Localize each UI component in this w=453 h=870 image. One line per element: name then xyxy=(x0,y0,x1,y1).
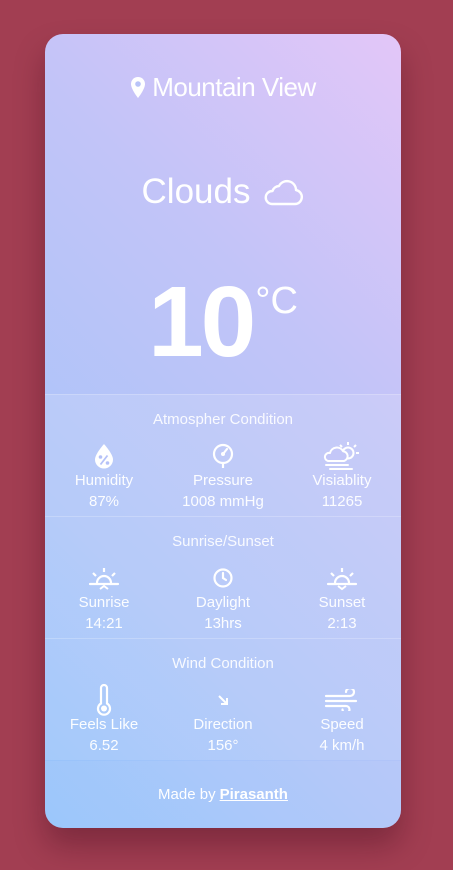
daylight-stat: Daylight 13hrs xyxy=(164,563,282,632)
visibility-stat: Visiablity 11265 xyxy=(283,441,401,510)
sun-section: Sunrise/Sunset Sunrise 14:21 Daylight 13… xyxy=(45,516,401,638)
stat-label: Humidity xyxy=(74,472,134,489)
location-header: Mountain View xyxy=(45,72,401,103)
stat-value: 11265 xyxy=(321,493,363,510)
humidity-stat: Humidity 87% xyxy=(45,441,163,510)
temperature-value: 10 xyxy=(148,266,256,378)
location-pin-icon xyxy=(131,76,146,98)
wind-icon xyxy=(324,689,358,711)
location-name: Mountain View xyxy=(152,72,316,102)
section-title: Wind Condition xyxy=(172,655,274,672)
stat-value: 4 km/h xyxy=(319,737,365,754)
stat-value: 1008 mmHg xyxy=(182,493,264,510)
author-link[interactable]: Pirasanth xyxy=(220,786,288,803)
sunrise-stat: Sunrise 14:21 xyxy=(45,563,163,632)
wind-section: Wind Condition Feels Like 6.52 Direction… xyxy=(45,638,401,760)
stat-label: Visiablity xyxy=(312,472,372,489)
stat-value: 14:21 xyxy=(85,615,123,632)
stat-label: Pressure xyxy=(192,472,254,489)
sunrise-icon xyxy=(88,568,120,590)
clock-icon xyxy=(213,568,233,588)
section-title: Sunrise/Sunset xyxy=(172,533,274,550)
weather-condition: Clouds xyxy=(45,172,401,212)
stat-label: Sunrise xyxy=(78,594,130,611)
stat-label: Sunset xyxy=(318,594,366,611)
stat-value: 6.52 xyxy=(89,737,119,754)
cloud-icon xyxy=(265,179,304,206)
stat-value: 87% xyxy=(88,493,120,510)
thermometer-icon xyxy=(96,684,112,716)
section-title: Atmospher Condition xyxy=(152,411,294,428)
temperature-display: 10 °C xyxy=(45,272,401,372)
feels-like-stat: Feels Like 6.52 xyxy=(45,684,163,754)
footer-prefix: Made by xyxy=(158,786,216,803)
temperature-unit: °C xyxy=(255,280,298,322)
footer: Made by Pirasanth xyxy=(45,761,401,828)
speed-stat: Speed 4 km/h xyxy=(283,685,401,754)
sunset-icon xyxy=(326,568,358,591)
stat-label: Speed xyxy=(320,716,364,733)
condition-label: Clouds xyxy=(141,172,251,211)
weather-card: Mountain View Clouds 10 °C Atmospher Con… xyxy=(45,34,401,828)
atmosphere-section: Atmospher Condition Humidity 87% Pressur… xyxy=(45,394,401,516)
arrow-icon xyxy=(218,695,228,705)
pressure-icon xyxy=(212,443,234,468)
humidity-icon xyxy=(95,444,113,469)
stat-label: Direction xyxy=(193,716,253,733)
visibility-icon xyxy=(323,442,359,470)
stat-label: Daylight xyxy=(195,594,251,611)
stat-value: 13hrs xyxy=(204,615,242,632)
pressure-stat: Pressure 1008 mmHg xyxy=(164,441,282,510)
stat-value: 2:13 xyxy=(327,615,357,632)
sunset-stat: Sunset 2:13 xyxy=(283,563,401,632)
direction-stat: Direction 156° xyxy=(164,685,282,754)
stat-value: 156° xyxy=(207,737,239,754)
stat-label: Feels Like xyxy=(69,716,139,733)
